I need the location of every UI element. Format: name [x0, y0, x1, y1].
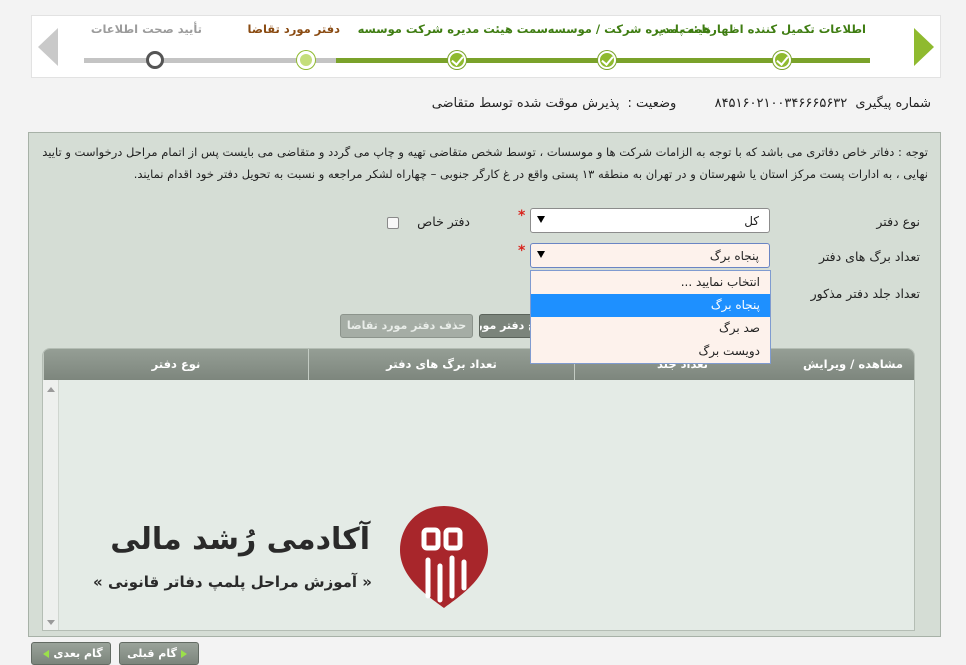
wizard-step-2-label[interactable]: هیئت مدیره شرکت / موسسه — [548, 22, 711, 36]
column-header-view-edit[interactable]: مشاهده / ویرایش — [790, 349, 914, 380]
watermark: آکادمی رُشد مالی « آموزش مراحل پلمپ دفات… — [80, 500, 500, 620]
column-header-book-type[interactable]: نوع دفتر — [43, 349, 308, 380]
table-scrollbar[interactable] — [43, 380, 59, 630]
wizard-forward-arrow-icon[interactable] — [914, 28, 934, 66]
status-label: وضعیت : — [627, 96, 677, 111]
status-value: پذیرش موقت شده توسط متقاضی — [431, 96, 620, 111]
next-step-label: گام بعدی — [53, 647, 103, 660]
arrow-right-icon — [180, 650, 187, 658]
volume-count-label: تعداد جلد دفتر مذکور — [810, 286, 920, 301]
dropdown-option-100[interactable]: صد برگ — [531, 317, 770, 340]
prev-step-button[interactable]: گام قبلی — [119, 642, 199, 665]
watermark-title: آکادمی رُشد مالی — [110, 522, 370, 557]
page-count-dropdown: انتخاب نمایید ... پنجاه برگ صد برگ دویست… — [530, 270, 771, 364]
page-count-value: پنجاه برگ — [709, 249, 759, 263]
dropdown-option-50[interactable]: پنجاه برگ — [531, 294, 770, 317]
required-mark: * — [518, 208, 526, 224]
wizard-step-1-check-icon[interactable] — [773, 51, 791, 69]
page-count-label: تعداد برگ های دفتر — [819, 249, 920, 264]
wizard-step-3-label[interactable]: سمت هیئت مدیره شرکت موسسه — [358, 22, 548, 36]
notice-text: توجه : دفاتر خاص دفاتری می باشد که با تو… — [42, 145, 928, 181]
wizard-step-3-check-icon[interactable] — [448, 51, 466, 69]
wizard-step-2-check-icon[interactable] — [598, 51, 616, 69]
wizard-step-5-label: تأیید صحت اطلاعات — [90, 22, 202, 36]
wizard-steps: اطلاعات تکمیل کننده اظهارنامه پلمپ هیئت … — [31, 15, 941, 78]
tracking-label: شماره پیگیری — [855, 96, 931, 111]
book-type-value: کل — [744, 214, 759, 228]
tracking-info: شماره پیگیری ۸۴۵۱۶۰۲۱۰۰۳۴۶۶۶۵۶۳۲ وضعیت :… — [428, 96, 931, 111]
academy-logo-icon — [400, 506, 488, 608]
wizard-step-5-pending-dot — [146, 51, 164, 69]
book-type-select[interactable]: کل — [530, 208, 770, 233]
tracking-number: ۸۴۵۱۶۰۲۱۰۰۳۴۶۶۶۵۶۳۲ — [714, 96, 848, 111]
chevron-down-icon — [537, 216, 545, 223]
wizard-step-4-current-dot — [297, 51, 315, 69]
special-book-label: دفتر خاص — [417, 214, 470, 229]
delete-book-button[interactable]: حذف دفتر مورد تقاضا — [340, 314, 473, 338]
special-book-checkbox[interactable] — [387, 217, 399, 229]
scroll-down-icon[interactable] — [47, 620, 55, 625]
required-mark: * — [518, 243, 526, 259]
dropdown-option-200[interactable]: دویست برگ — [531, 340, 770, 363]
scroll-up-icon[interactable] — [47, 387, 55, 392]
watermark-subtitle: « آموزش مراحل پلمپ دفاتر قانونی » — [93, 573, 372, 591]
book-type-label: نوع دفتر — [876, 214, 920, 229]
prev-step-label: گام قبلی — [127, 647, 177, 660]
page-count-select[interactable]: پنجاه برگ — [530, 243, 770, 268]
table-header: نوع دفتر تعداد برگ های دفتر تعداد جلد مش… — [43, 349, 914, 380]
next-step-button[interactable]: گام بعدی — [31, 642, 111, 665]
wizard-back-arrow-icon[interactable] — [38, 28, 58, 66]
dropdown-option-placeholder[interactable]: انتخاب نمایید ... — [531, 271, 770, 294]
chevron-down-icon — [537, 251, 545, 258]
wizard-step-4-label: دفتر مورد تقاضا — [247, 22, 340, 36]
arrow-left-icon — [43, 650, 50, 658]
